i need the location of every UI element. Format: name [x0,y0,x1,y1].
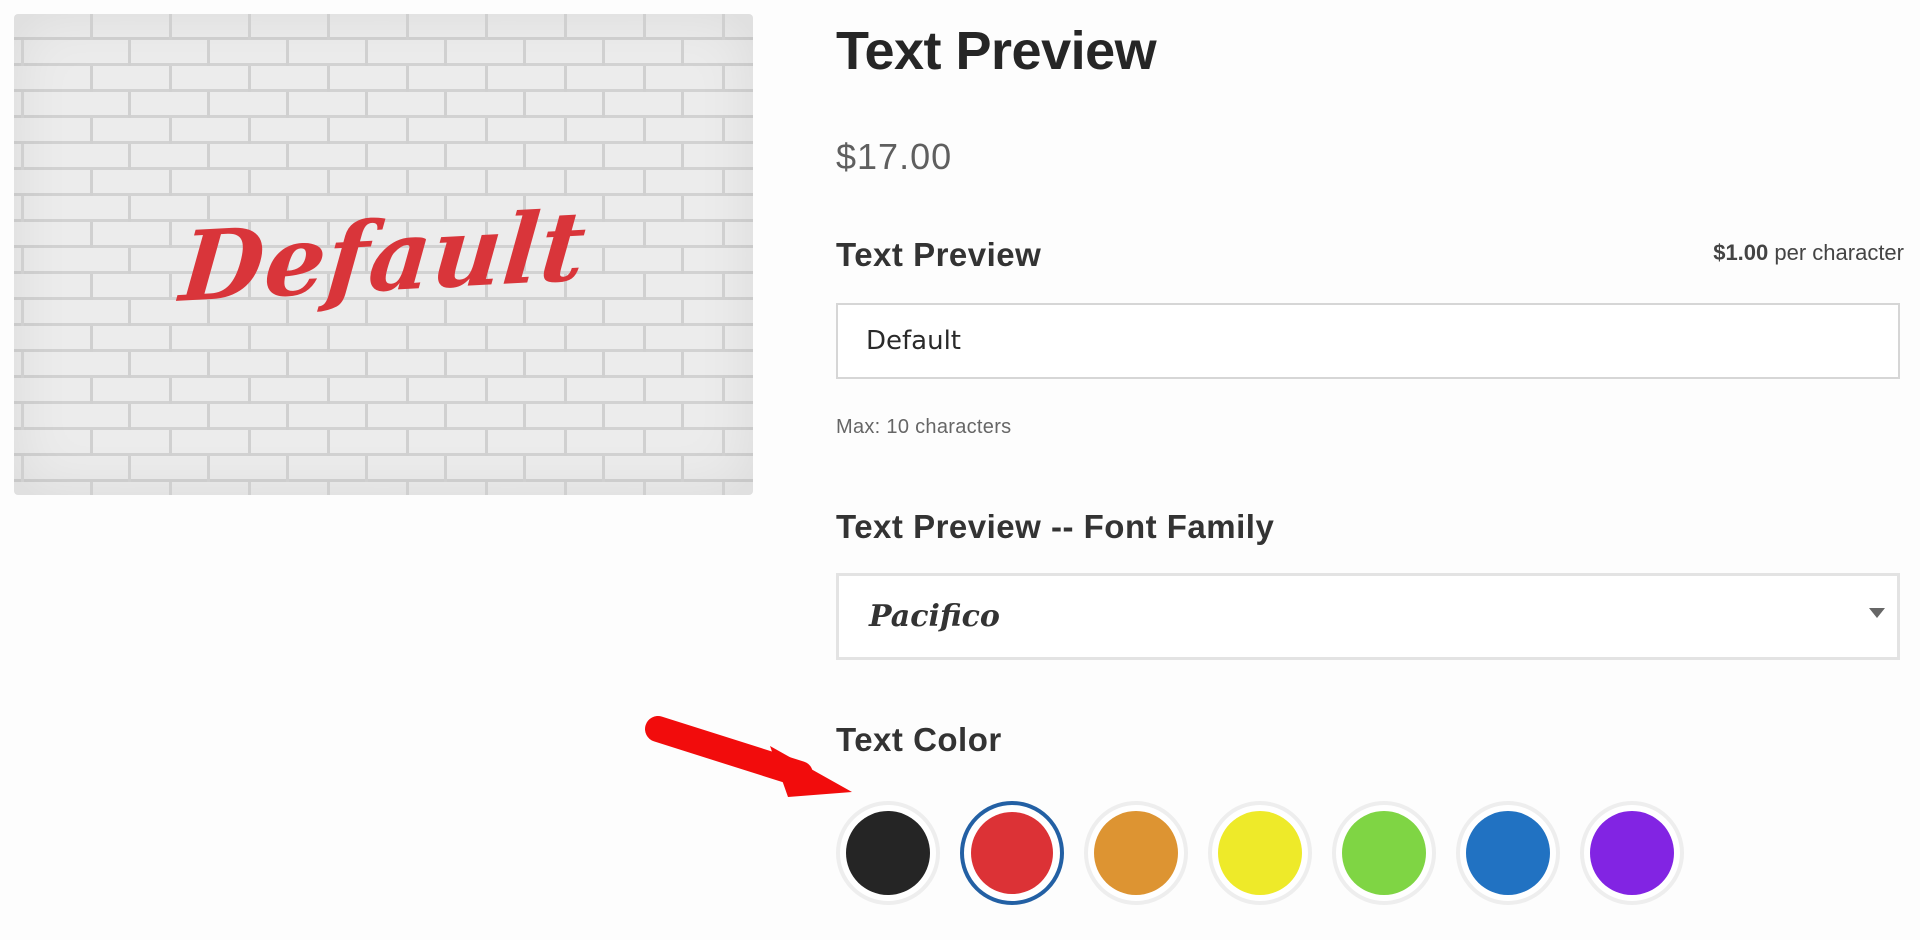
chevron-down-icon [1869,608,1885,618]
per-character-price: $1.00 per character [1713,240,1904,266]
brick-row [14,14,753,40]
color-swatch-yellow[interactable] [1208,801,1312,905]
color-swatch-fill [1218,811,1302,895]
color-swatches [836,801,1684,905]
product-image: Default [14,14,753,495]
per-character-amount: $1.00 [1713,240,1769,265]
color-swatch-green[interactable] [1332,801,1436,905]
color-swatch-fill [1342,811,1426,895]
text-color-label: Text Color [836,721,1002,758]
font-family-value: Pacifico [869,599,1000,634]
brick-row [14,482,753,495]
brick-row [14,92,753,118]
brick-row [14,144,753,170]
brick-row [14,404,753,430]
brick-row [14,66,753,92]
per-character-suffix: per character [1768,240,1904,265]
color-swatch-orange[interactable] [1084,801,1188,905]
brick-row [14,40,753,66]
color-swatch-red[interactable] [960,801,1064,905]
arrow-icon [645,716,852,797]
font-family-select[interactable]: Pacifico [836,573,1900,660]
text-preview-label: Text Preview [836,236,1042,273]
color-swatch-blue[interactable] [1456,801,1560,905]
brick-row [14,430,753,456]
brick-row [14,456,753,482]
brick-row [14,118,753,144]
brick-row [14,352,753,378]
font-family-label: Text Preview -- Font Family [836,508,1275,545]
color-swatch-black[interactable] [836,801,940,905]
brick-row [14,326,753,352]
color-swatch-fill [846,811,930,895]
color-swatch-fill [1094,811,1178,895]
color-swatch-fill [1590,811,1674,895]
brick-row [14,378,753,404]
product-title: Text Preview [836,21,1157,81]
text-preview-input[interactable] [836,303,1900,379]
color-swatch-purple[interactable] [1580,801,1684,905]
color-swatch-fill [971,812,1053,894]
max-characters-hint: Max: 10 characters [836,416,1012,438]
color-swatch-fill [1466,811,1550,895]
product-price: $17.00 [836,136,953,177]
